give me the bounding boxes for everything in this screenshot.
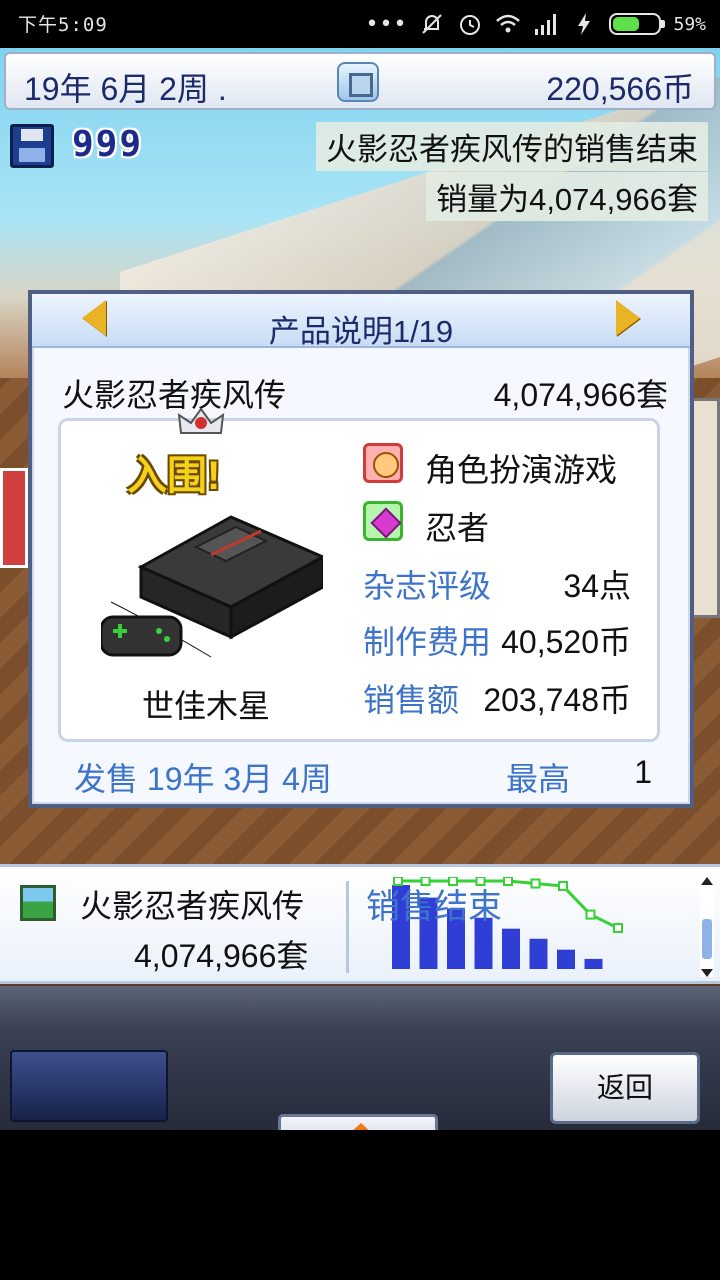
product-name: 火影忍者疾风传	[62, 377, 287, 413]
product-total-sales: 4,074,966套	[493, 377, 668, 413]
screen-toggle-button[interactable]	[337, 62, 379, 102]
floppy-disk-icon[interactable]	[10, 124, 54, 168]
money-amount: 220,566币	[546, 71, 694, 107]
peak-rank-value: 1	[634, 754, 652, 790]
stat-label: 制作费用	[363, 624, 492, 660]
crown-icon	[177, 407, 225, 434]
theme-row: 忍者	[363, 501, 653, 546]
dialog-title: 产品说明1/19	[268, 314, 454, 349]
release-date: 发售 19年 3月 4周	[74, 761, 332, 797]
battery-fill	[613, 17, 640, 31]
sales-bar	[502, 928, 520, 969]
theme-label: 忍者	[425, 510, 490, 546]
bottom-navigation: 返回	[0, 986, 720, 1130]
genre-row: 角色扮演游戏	[363, 443, 653, 488]
alarm-icon	[460, 15, 481, 35]
ranking-point	[503, 877, 513, 886]
sales-bar	[529, 938, 548, 969]
peak-rank-label: 最高	[506, 761, 571, 797]
stat-label: 杂志评级	[363, 568, 492, 604]
top-info-bar: 19年 6月 2周 . 220,566币	[4, 52, 716, 110]
hall-of-fame-label: 入围!	[127, 454, 221, 498]
bookshelf	[690, 398, 720, 618]
sales-status: 销售结束	[366, 888, 502, 926]
status-time: 下午5:09	[18, 14, 108, 36]
ranking-point	[585, 909, 596, 920]
platform-name: 世佳木星	[141, 688, 270, 724]
more-dots-icon: •••	[365, 11, 408, 37]
stat-revenue: 销售额 203,748币	[363, 675, 653, 719]
status-bar: 下午5:09 ••• 59%	[0, 0, 720, 48]
game-view[interactable]: 19年 6月 2周 . 220,566币 999 火影忍者疾风传的销售结束 销量…	[0, 48, 720, 1130]
vending-machine	[0, 468, 28, 568]
ranking-point	[613, 923, 623, 934]
product-dialog: 产品说明1/19 火影忍者疾风传 4,074,966套 入围! 世佳木星 角色扮…	[28, 290, 694, 808]
signal-icon	[535, 14, 557, 35]
status-icons: ••• 59%	[366, 8, 706, 40]
product-details-panel: 入围! 世佳木星 角色扮演游戏 忍者 杂志评级 34点 制作费用 40,520币…	[58, 407, 660, 742]
back-button[interactable]: 返回	[550, 1052, 700, 1124]
battery-percent: 59%	[673, 13, 706, 35]
sales-bar	[557, 949, 575, 969]
scroll-thumb[interactable]	[702, 919, 712, 959]
ranking-point	[558, 881, 568, 892]
stat-value: 34点	[563, 568, 631, 604]
left-menu-panel[interactable]	[10, 1050, 168, 1122]
theme-gem-icon	[363, 501, 403, 541]
product-list-item[interactable]: 火影忍者疾风传 4,074,966套 销售结束	[0, 864, 720, 984]
strip-product-name: 火影忍者疾风传	[80, 888, 305, 924]
scroll-up-icon[interactable]	[701, 877, 713, 885]
game-date-dot: .	[217, 71, 227, 107]
stat-value: 40,520币	[501, 624, 631, 660]
expand-up-button[interactable]	[278, 1114, 438, 1130]
game-date-text: 19年 6月 2周	[24, 71, 209, 107]
game-date: 19年 6月 2周 .	[24, 64, 227, 110]
game-console-icon	[101, 515, 323, 659]
save-count: 999	[72, 124, 144, 165]
charging-icon	[578, 13, 591, 35]
notifications-off-icon	[422, 14, 443, 34]
sales-bar	[584, 958, 603, 969]
notification-line-2: 销量为4,074,966套	[426, 172, 708, 221]
dialog-title-bar: 产品说明1/19	[32, 294, 690, 349]
scrollbar[interactable]	[700, 877, 714, 977]
genre-label: 角色扮演游戏	[425, 452, 618, 488]
stat-label: 销售额	[363, 682, 460, 718]
strip-product-sales: 4,074,966套	[134, 938, 309, 974]
scroll-down-icon[interactable]	[701, 969, 713, 977]
stat-magazine-rating: 杂志评级 34点	[363, 561, 653, 605]
next-arrow-icon[interactable]	[616, 300, 640, 336]
stat-value: 203,748币	[483, 682, 631, 718]
battery-icon	[609, 13, 666, 35]
role-playing-genre-icon	[363, 443, 403, 483]
product-thumbnail-icon	[20, 885, 56, 921]
wifi-icon	[496, 14, 521, 33]
strip-divider	[346, 881, 349, 973]
notification-line-1: 火影忍者疾风传的销售结束	[316, 122, 708, 171]
ranking-point	[530, 878, 541, 889]
stat-production-cost: 制作费用 40,520币	[363, 617, 653, 661]
